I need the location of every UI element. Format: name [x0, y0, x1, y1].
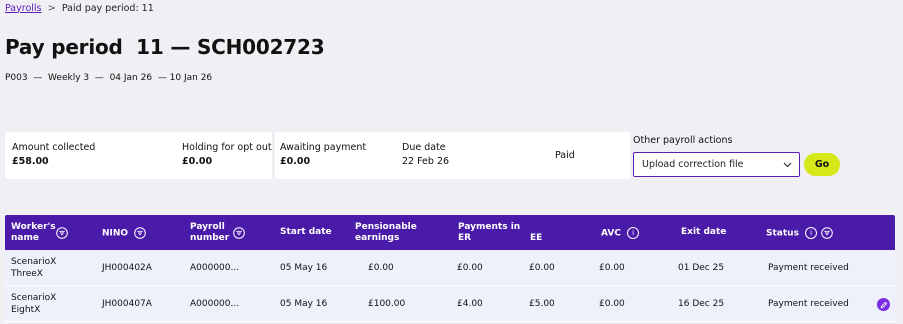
header-payments-in: Payments in: [458, 222, 520, 233]
filter-icon[interactable]: [821, 227, 834, 239]
header-nino[interactable]: NINO: [102, 227, 147, 240]
payroll-actions-select[interactable]: Upload correction file: [633, 152, 800, 177]
header-pensionable-earnings[interactable]: Pensionable earnings: [355, 222, 417, 244]
due-date-value: 22 Feb 26: [402, 156, 450, 167]
cell-nino: JH000407A: [102, 299, 152, 309]
chevron-down-icon: [783, 162, 792, 167]
header-payroll-number[interactable]: Payroll number: [190, 222, 245, 244]
other-actions-label: Other payroll actions: [633, 135, 733, 146]
worker-name-line2: ThreeX: [11, 269, 43, 279]
header-status-label: Status: [766, 228, 799, 239]
due-date-label: Due date: [402, 142, 446, 153]
payroll-actions-selected: Upload correction file: [642, 159, 744, 170]
holding-label: Holding for opt out: [182, 142, 272, 153]
info-icon[interactable]: i: [805, 227, 818, 239]
header-avc[interactable]: AVC i: [601, 227, 640, 240]
worker-name-line1: ScenarioX: [11, 293, 57, 303]
cell-worker-name: ScenarioX ThreeX: [11, 250, 56, 286]
header-pensionable-line1: Pensionable: [355, 222, 417, 232]
cell-payroll-number: A000000...: [190, 299, 240, 309]
cell-exit-date: 01 Dec 25: [678, 263, 725, 273]
pencil-icon: [880, 301, 887, 308]
header-payroll-line2: number: [190, 233, 230, 243]
cell-status: Payment received: [768, 263, 849, 273]
header-nino-label: NINO: [102, 228, 129, 239]
edit-button[interactable]: [877, 298, 890, 311]
cell-ee: £0.00: [529, 263, 555, 273]
cell-worker-name: ScenarioX EightX: [11, 286, 56, 322]
filter-icon[interactable]: [134, 227, 147, 239]
header-payments-in-label: Payments in: [458, 222, 521, 232]
breadcrumb: Payrolls > Paid pay period: 11: [5, 1, 154, 15]
header-worker-name-line1: Worker's: [11, 222, 56, 232]
cell-start-date: 05 May 16: [280, 263, 328, 273]
worker-name-line2: EightX: [11, 305, 41, 315]
payment-status: Paid: [555, 150, 575, 161]
cell-er: £0.00: [457, 263, 483, 273]
cell-exit-date: 16 Dec 25: [678, 299, 725, 309]
cell-avc: £0.00: [599, 299, 625, 309]
page-subtitle: P003 — Weekly 3 — 04 Jan 26 — 10 Jan 26: [5, 73, 213, 83]
header-status[interactable]: Status i: [766, 227, 834, 240]
cell-avc: £0.00: [599, 263, 625, 273]
cell-er: £4.00: [457, 299, 483, 309]
workers-table: Worker's name NINO Payroll number Start …: [5, 215, 895, 322]
cell-start-date: 05 May 16: [280, 299, 328, 309]
awaiting-payment-label: Awaiting payment: [280, 142, 367, 153]
header-payroll-line1: Payroll: [190, 222, 225, 232]
filter-icon[interactable]: [56, 227, 68, 239]
info-icon[interactable]: i: [627, 227, 640, 239]
header-start-date[interactable]: Start date: [280, 227, 332, 238]
cell-payroll-number: A000000...: [190, 263, 240, 273]
summary-card-collected: Amount collected £58.00 Holding for opt …: [5, 132, 272, 179]
breadcrumb-separator: >: [47, 2, 56, 14]
table-header: Worker's name NINO Payroll number Start …: [5, 215, 895, 250]
filter-icon[interactable]: [233, 227, 245, 239]
breadcrumb-payrolls-link[interactable]: Payrolls: [5, 3, 41, 14]
cell-pensionable: £100.00: [368, 299, 406, 309]
awaiting-payment-value: £0.00: [280, 156, 311, 167]
breadcrumb-current: Paid pay period: 11: [61, 2, 154, 14]
worker-name-line1: ScenarioX: [11, 257, 57, 267]
cell-status: Payment received: [768, 299, 849, 309]
header-worker-name-line2: name: [11, 233, 39, 243]
header-ee[interactable]: EE: [530, 233, 542, 244]
header-worker-name[interactable]: Worker's name: [11, 222, 68, 244]
header-avc-label: AVC: [601, 228, 621, 239]
cell-nino: JH000402A: [102, 263, 152, 273]
amount-collected-label: Amount collected: [12, 142, 96, 153]
go-button[interactable]: Go: [804, 153, 840, 176]
summary-card-awaiting: Awaiting payment £0.00 Due date 22 Feb 2…: [275, 132, 630, 179]
cell-ee: £5.00: [529, 299, 555, 309]
amount-collected-value: £58.00: [12, 156, 49, 167]
table-row[interactable]: ScenarioX EightX JH000407A A000000... 05…: [5, 286, 895, 322]
header-pensionable-line2: earnings: [355, 233, 400, 243]
header-er[interactable]: ER: [458, 233, 471, 244]
page-title: Pay period 11 — SCH002723: [5, 35, 325, 59]
holding-value: £0.00: [182, 156, 213, 167]
cell-pensionable: £0.00: [368, 263, 394, 273]
header-exit-date[interactable]: Exit date: [681, 227, 726, 238]
table-row[interactable]: ScenarioX ThreeX JH000402A A000000... 05…: [5, 250, 895, 286]
